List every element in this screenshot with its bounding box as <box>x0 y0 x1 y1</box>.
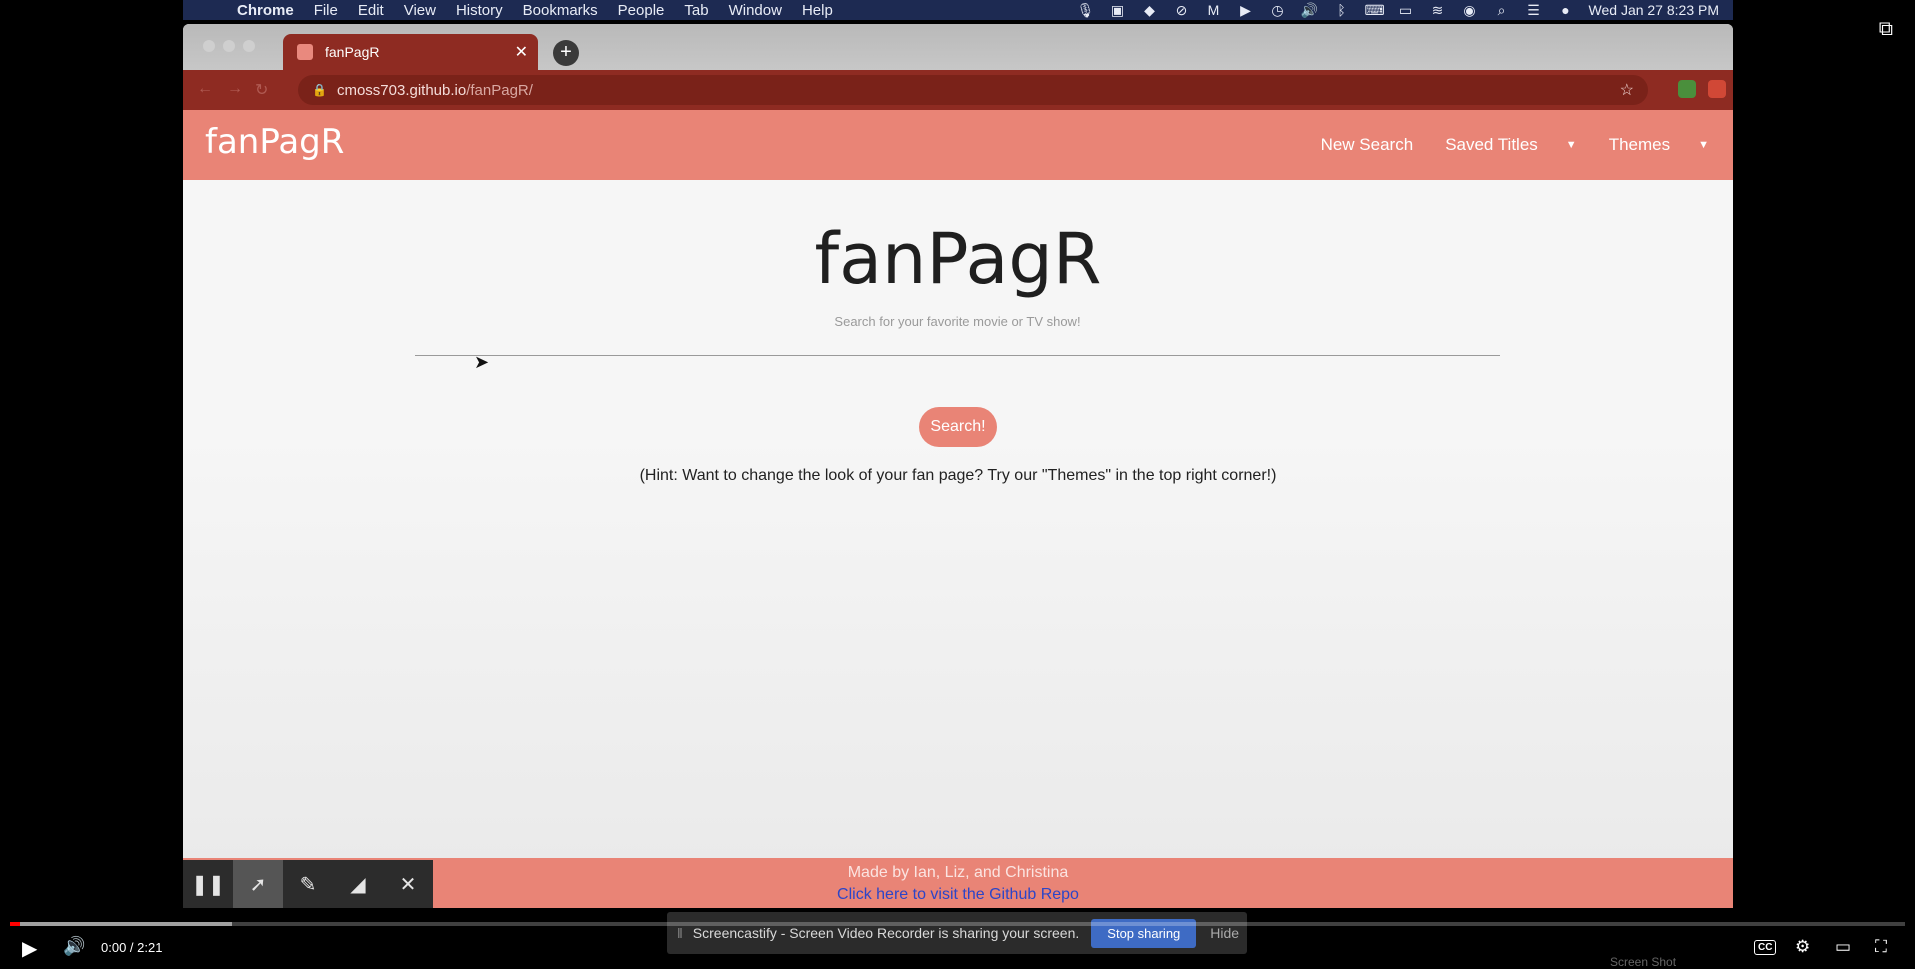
themes-hint: (Hint: Want to change the look of your f… <box>639 467 1277 484</box>
forward-icon[interactable]: → <box>227 80 243 98</box>
pen-icon[interactable]: ✎ <box>283 860 333 908</box>
menu-file[interactable]: File <box>314 2 338 19</box>
status-icons: 🎙 ▣ ◆ ⊘ M ▶ ◷ 🔊 ᛒ ⌨ ▭ ≋ ◉ ⌕ ☰ ● Wed Jan … <box>1077 0 1719 20</box>
user-icon[interactable]: ◉ <box>1461 2 1479 19</box>
video-progress-bar[interactable] <box>10 922 1905 926</box>
maximize-window-icon[interactable] <box>243 40 255 52</box>
nav-themes-label: Themes <box>1608 135 1671 154</box>
spotlight-icon[interactable]: ⌕ <box>1493 2 1511 19</box>
play-icon[interactable]: ▶ <box>1237 2 1255 19</box>
menu-people[interactable]: People <box>618 2 665 19</box>
caret-down-icon: ▼ <box>1565 139 1577 151</box>
menu-tab[interactable]: Tab <box>684 2 708 19</box>
video-frame: Chrome File Edit View History Bookmarks … <box>0 0 1915 969</box>
lock-icon: 🔒 <box>312 83 327 97</box>
menu-clock[interactable]: Wed Jan 27 8:23 PM <box>1589 2 1719 18</box>
minimize-window-icon[interactable] <box>223 40 235 52</box>
search-button[interactable]: Search! <box>919 407 997 447</box>
nav-links: New Search Saved Titles ▼ Themes ▼ <box>1289 110 1709 180</box>
battery-icon[interactable]: ▭ <box>1397 2 1415 19</box>
close-icon[interactable]: ✕ <box>383 860 433 908</box>
nav-saved-titles-dropdown[interactable]: Saved Titles ▼ <box>1445 135 1577 155</box>
nav-new-search[interactable]: New Search <box>1321 135 1414 155</box>
time-machine-icon[interactable]: ◷ <box>1269 2 1287 19</box>
zoom-icon[interactable]: ▣ <box>1109 2 1127 19</box>
popout-icon[interactable]: ⧉ <box>1879 18 1893 41</box>
pointer-icon[interactable]: ➚ <box>233 860 283 908</box>
reload-icon[interactable]: ↻ <box>255 80 268 100</box>
malwarebytes-icon[interactable]: M <box>1205 2 1223 18</box>
close-tab-icon[interactable]: ✕ <box>515 42 528 62</box>
played-bar <box>10 922 20 926</box>
browser-tab[interactable]: fanPagR ✕ <box>283 34 538 70</box>
site-navbar: fanPagR New Search Saved Titles ▼ Themes… <box>183 110 1733 180</box>
bluetooth-icon[interactable]: ᛒ <box>1333 2 1351 18</box>
time-display: 0:00 / 2:21 <box>101 940 163 955</box>
nav-saved-titles-label: Saved Titles <box>1445 135 1538 154</box>
play-icon[interactable]: ▶ <box>22 936 37 961</box>
mouse-cursor-icon: ➤ <box>474 352 490 372</box>
settings-gear-icon[interactable]: ⚙ <box>1795 937 1810 957</box>
macos-menubar: Chrome File Edit View History Bookmarks … <box>183 0 1733 20</box>
circle-icon[interactable]: ⊘ <box>1173 2 1191 19</box>
volume-icon[interactable]: 🔊 <box>1301 2 1319 19</box>
window-controls <box>203 40 255 52</box>
back-icon[interactable]: ← <box>197 80 213 98</box>
menu-edit[interactable]: Edit <box>358 2 384 19</box>
close-window-icon[interactable] <box>203 40 215 52</box>
keyboard-icon[interactable]: ⌨ <box>1365 2 1385 19</box>
nav-themes-dropdown[interactable]: Themes ▼ <box>1609 135 1709 155</box>
control-center-icon[interactable]: ☰ <box>1525 2 1543 19</box>
favicon-icon <box>297 44 313 60</box>
address-bar[interactable]: 🔒 cmoss703.github.io/fanPagR/ ☆ <box>298 75 1648 105</box>
miniplayer-icon[interactable]: ▭ <box>1835 937 1851 957</box>
dropbox-icon[interactable]: ◆ <box>1141 2 1159 19</box>
caret-down-icon: ▼ <box>1698 139 1709 151</box>
menu-bookmarks[interactable]: Bookmarks <box>523 2 598 19</box>
url-path: /fanPagR/ <box>466 81 533 99</box>
menu-history[interactable]: History <box>456 2 503 19</box>
extension-icon[interactable] <box>1708 80 1726 98</box>
site-brand[interactable]: fanPagR <box>205 122 344 162</box>
tab-title: fanPagR <box>325 44 380 60</box>
pause-icon[interactable]: ❚❚ <box>183 860 233 908</box>
buffered-bar <box>10 922 232 926</box>
tab-strip: fanPagR ✕ + <box>183 24 1733 70</box>
screencastify-toolbar: ❚❚ ➚ ✎ ◢ ✕ <box>183 860 433 908</box>
browser-toolbar: ← → ↻ 🔒 cmoss703.github.io/fanPagR/ ☆ ⋮ <box>183 70 1733 110</box>
menu-help[interactable]: Help <box>802 2 833 19</box>
search-input[interactable] <box>415 306 1500 336</box>
search-field-wrapper <box>415 306 1500 356</box>
drive-extension-icon[interactable] <box>1678 80 1696 98</box>
menu-view[interactable]: View <box>404 2 436 19</box>
siri-icon[interactable]: ● <box>1557 2 1575 18</box>
web-page: fanPagR New Search Saved Titles ▼ Themes… <box>183 110 1733 908</box>
captions-button[interactable]: CC <box>1754 940 1777 955</box>
url-host: cmoss703.github.io <box>336 81 467 99</box>
microphone-icon[interactable]: 🎙 <box>1077 2 1095 19</box>
bookmark-star-icon[interactable]: ☆ <box>1620 80 1634 100</box>
menu-app-name[interactable]: Chrome <box>237 2 294 19</box>
menu-window[interactable]: Window <box>729 2 782 19</box>
wifi-icon[interactable]: ≋ <box>1429 2 1447 19</box>
page-title: fanPagR <box>814 218 1102 300</box>
new-tab-button[interactable]: + <box>553 40 579 66</box>
eraser-icon[interactable]: ◢ <box>333 860 383 908</box>
desktop-file-label: Screen Shot <box>1610 955 1677 969</box>
browser-window: fanPagR ✕ + ← → ↻ 🔒 cmoss703.github.io/f… <box>183 24 1733 908</box>
volume-icon[interactable]: 🔊 <box>63 936 85 957</box>
fullscreen-icon[interactable]: ⛶ <box>1875 937 1887 957</box>
